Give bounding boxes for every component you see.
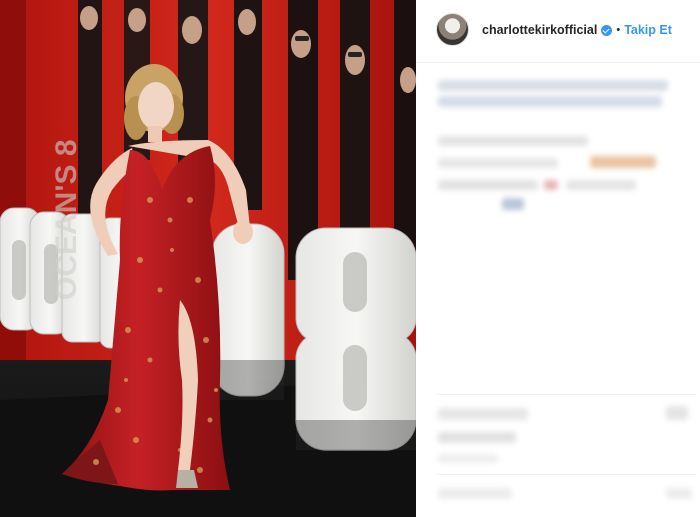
post-image: OCEAN'S 8 — [0, 0, 416, 517]
verified-badge-icon — [601, 24, 613, 36]
sign-text: OCEAN'S 8 — [50, 139, 83, 300]
separator-dot: • — [616, 24, 621, 36]
post-header: charlottekirkofficial • Takip Et — [416, 0, 700, 63]
follow-button[interactable]: Takip Et — [624, 22, 672, 38]
post-side-panel: charlottekirkofficial • Takip Et — [416, 0, 700, 517]
post-photo[interactable]: OCEAN'S 8 — [0, 0, 416, 517]
post-header-row: charlottekirkofficial • Takip Et — [482, 22, 672, 38]
panel-edge-shadow — [416, 0, 438, 517]
avatar[interactable] — [436, 13, 469, 46]
username-link[interactable]: charlottekirkofficial — [482, 22, 597, 38]
